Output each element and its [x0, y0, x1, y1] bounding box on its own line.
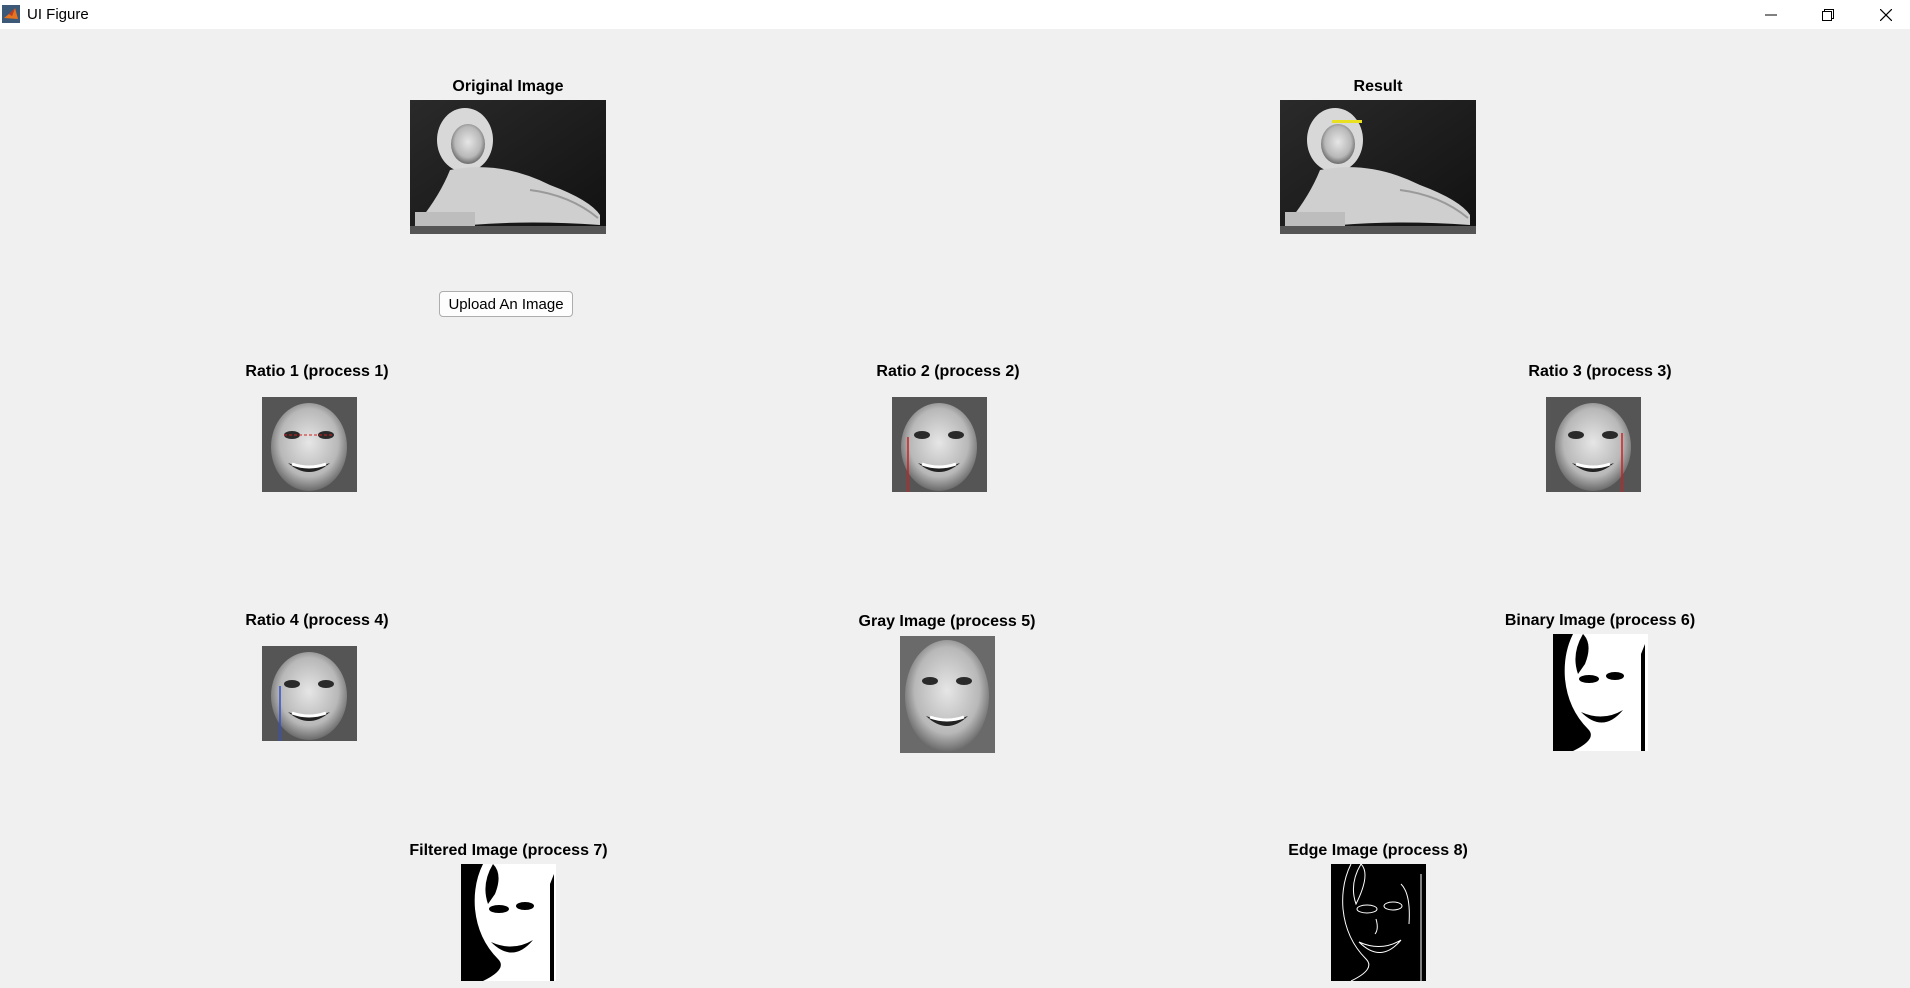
close-icon: [1880, 8, 1892, 21]
gray-image-title: Gray Image (process 5): [858, 613, 1036, 630]
result-panel: Result: [1280, 78, 1476, 236]
close-button[interactable]: [1858, 0, 1910, 29]
ratio3-image: [1546, 397, 1641, 492]
ratio2-panel: Ratio 2 (process 2): [871, 363, 1025, 493]
original-image-panel: Original Image: [410, 78, 606, 236]
ratio4-panel: Ratio 4 (process 4): [240, 612, 394, 742]
restore-icon: [1822, 8, 1834, 21]
restore-button[interactable]: [1800, 0, 1856, 29]
original-image-title: Original Image: [452, 78, 564, 95]
filtered-image-panel: Filtered Image (process 7): [400, 842, 617, 982]
upload-image-button[interactable]: Upload An Image: [439, 291, 573, 317]
edge-image-title: Edge Image (process 8): [1288, 842, 1468, 859]
matlab-logo-icon: [2, 5, 20, 23]
ratio2-image: [892, 397, 987, 492]
binary-image-panel: Binary Image (process 6): [1500, 612, 1700, 752]
original-image: [410, 100, 606, 234]
result-title: Result: [1353, 78, 1403, 95]
ratio4-title: Ratio 4 (process 4): [245, 612, 389, 629]
ratio3-panel: Ratio 3 (process 3): [1523, 363, 1677, 493]
gray-image: [900, 636, 995, 753]
ratio1-panel: Ratio 1 (process 1): [240, 363, 394, 493]
binary-image: [1553, 634, 1648, 751]
binary-image-title: Binary Image (process 6): [1504, 612, 1696, 629]
filtered-image-title: Filtered Image (process 7): [409, 842, 608, 859]
ratio2-title: Ratio 2 (process 2): [876, 363, 1020, 380]
result-image: [1280, 100, 1476, 234]
filtered-image: [461, 864, 556, 981]
window-title: UI Figure: [27, 6, 89, 23]
ratio3-title: Ratio 3 (process 3): [1528, 363, 1672, 380]
edge-image-panel: Edge Image (process 8): [1280, 842, 1476, 982]
ratio4-image: [262, 646, 357, 741]
ratio1-title: Ratio 1 (process 1): [245, 363, 389, 380]
edge-image: [1331, 864, 1426, 981]
gray-image-panel: Gray Image (process 5): [847, 613, 1047, 753]
ratio1-image: [262, 397, 357, 492]
result-marker: [1332, 120, 1362, 123]
window-titlebar: UI Figure: [0, 0, 1910, 29]
minimize-button[interactable]: [1743, 0, 1799, 29]
minimize-icon: [1765, 14, 1777, 15]
